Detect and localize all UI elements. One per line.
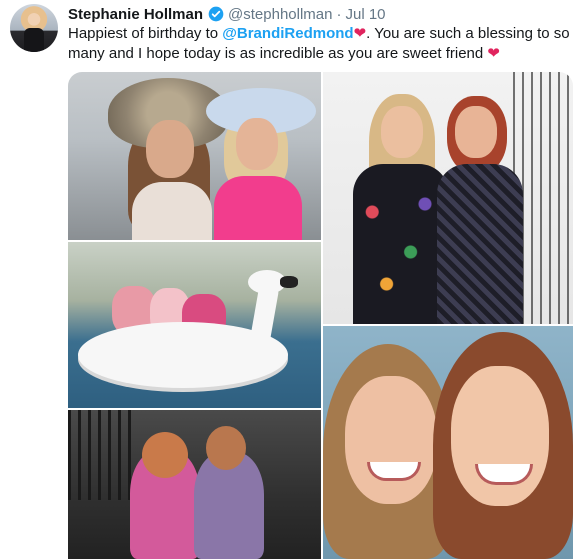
hats-photo[interactable] <box>68 72 321 240</box>
night-photo[interactable] <box>68 410 321 559</box>
tweet-text-start: Happiest of birthday to <box>68 25 223 42</box>
tweet-text: Happiest of birthday to @BrandiRedmond❤.… <box>68 24 573 64</box>
heart-emoji-2: ❤ <box>487 45 500 62</box>
author-handle[interactable]: @stephhollman <box>228 6 332 23</box>
separator-dot: · <box>336 5 342 23</box>
tweet-header: Stephanie Hollman @stephhollman · Jul 10 <box>68 3 386 25</box>
selfie-photo[interactable] <box>323 326 573 559</box>
author-avatar[interactable] <box>10 4 58 52</box>
verified-badge-icon <box>208 6 224 22</box>
dresses-photo[interactable] <box>323 72 573 324</box>
author-name[interactable]: Stephanie Hollman <box>68 6 203 23</box>
heart-emoji-1: ❤ <box>353 25 367 42</box>
media-grid <box>68 72 573 559</box>
mention-link[interactable]: @BrandiRedmond <box>222 25 353 42</box>
tweet-date[interactable]: Jul 10 <box>345 6 385 23</box>
swan-float-photo[interactable] <box>68 242 321 408</box>
